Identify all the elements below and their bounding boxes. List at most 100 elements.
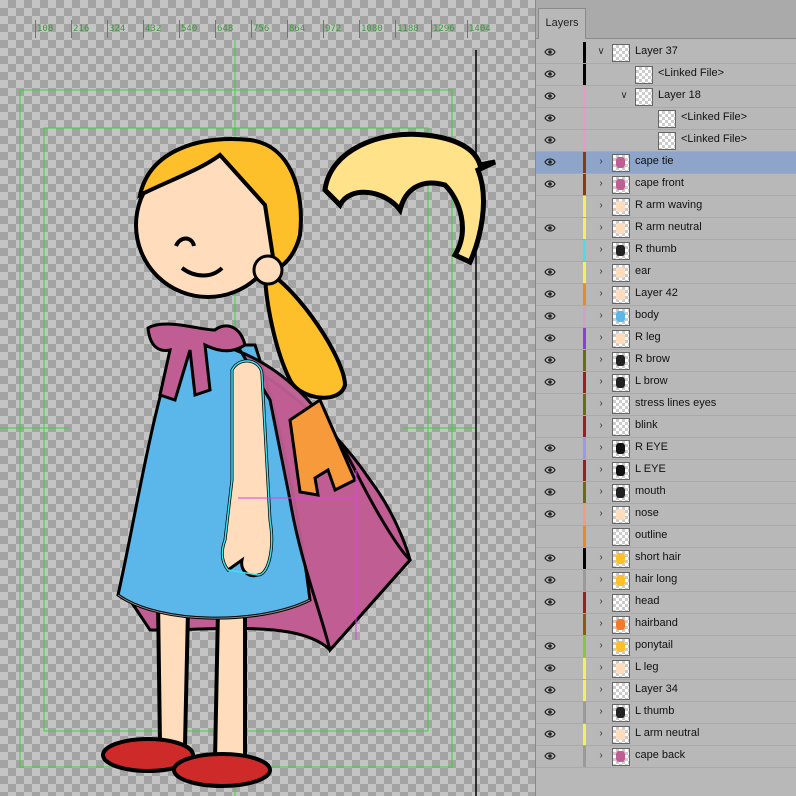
chevron-right-icon[interactable]: › [596,552,606,564]
visibility-toggle[interactable] [544,421,556,431]
visibility-eye-icon[interactable] [544,91,556,101]
chevron-right-icon[interactable]: › [596,464,606,476]
layer-row[interactable]: › hairband [536,614,796,636]
layer-row[interactable]: › nose [536,504,796,526]
chevron-right-icon[interactable]: › [596,684,606,696]
visibility-eye-icon[interactable] [544,707,556,717]
visibility-eye-icon[interactable] [544,157,556,167]
layer-row[interactable]: › short hair [536,548,796,570]
layer-row[interactable]: › R thumb [536,240,796,262]
layer-name[interactable]: nose [635,507,659,519]
chevron-right-icon[interactable]: › [596,332,606,344]
visibility-eye-icon[interactable] [544,641,556,651]
chevron-right-icon[interactable]: › [596,662,606,674]
visibility-eye-icon[interactable] [544,135,556,145]
layer-name[interactable]: blink [635,419,658,431]
layer-row[interactable]: › Layer 34 [536,680,796,702]
chevron-right-icon[interactable]: › [596,178,606,190]
layer-name[interactable]: L arm neutral [635,727,699,739]
layer-name[interactable]: hair long [635,573,677,585]
chevron-right-icon[interactable]: › [596,640,606,652]
layer-name[interactable]: head [635,595,659,607]
layer-row[interactable]: › R brow [536,350,796,372]
layer-name[interactable]: ponytail [635,639,673,651]
chevron-right-icon[interactable]: › [596,618,606,630]
chevron-right-icon[interactable]: › [596,222,606,234]
layer-row[interactable]: › L leg [536,658,796,680]
visibility-eye-icon[interactable] [544,311,556,321]
visibility-eye-icon[interactable] [544,685,556,695]
chevron-right-icon[interactable]: › [596,574,606,586]
layer-row[interactable]: <Linked File> [536,108,796,130]
layer-row[interactable]: › L brow [536,372,796,394]
chevron-right-icon[interactable]: › [596,200,606,212]
visibility-toggle[interactable] [544,531,556,541]
layer-name[interactable]: Layer 37 [635,45,678,57]
visibility-eye-icon[interactable] [544,333,556,343]
visibility-toggle[interactable] [544,399,556,409]
layer-name[interactable]: Layer 42 [635,287,678,299]
layer-name[interactable]: R arm waving [635,199,702,211]
layer-name[interactable]: short hair [635,551,681,563]
layer-row[interactable]: ∨ Layer 37 [536,42,796,64]
visibility-toggle[interactable] [544,201,556,211]
layer-row[interactable]: › cape front [536,174,796,196]
layer-name[interactable]: body [635,309,659,321]
chevron-right-icon[interactable]: › [596,288,606,300]
layer-name[interactable]: L brow [635,375,668,387]
visibility-eye-icon[interactable] [544,377,556,387]
layer-name[interactable]: <Linked File> [681,111,747,123]
layer-name[interactable]: mouth [635,485,666,497]
layer-row[interactable]: › cape tie [536,152,796,174]
layer-row[interactable]: › stress lines eyes [536,394,796,416]
layer-name[interactable]: L leg [635,661,658,673]
layer-row[interactable]: › R arm waving [536,196,796,218]
layer-name[interactable]: L thumb [635,705,674,717]
visibility-eye-icon[interactable] [544,575,556,585]
visibility-eye-icon[interactable] [544,487,556,497]
layer-row[interactable]: › R leg [536,328,796,350]
layer-row[interactable]: › L thumb [536,702,796,724]
layer-name[interactable]: <Linked File> [658,67,724,79]
layer-row[interactable]: › head [536,592,796,614]
chevron-right-icon[interactable]: › [596,266,606,278]
chevron-down-icon[interactable]: ∨ [619,90,629,102]
chevron-right-icon[interactable]: › [596,376,606,388]
visibility-toggle[interactable] [544,619,556,629]
chevron-right-icon[interactable]: › [596,354,606,366]
visibility-eye-icon[interactable] [544,553,556,563]
visibility-eye-icon[interactable] [544,223,556,233]
visibility-eye-icon[interactable] [544,289,556,299]
chevron-right-icon[interactable]: › [596,310,606,322]
visibility-eye-icon[interactable] [544,267,556,277]
layer-name[interactable]: cape tie [635,155,674,167]
layer-row[interactable]: <Linked File> [536,130,796,152]
layer-row[interactable]: › R EYE [536,438,796,460]
layer-row[interactable]: › body [536,306,796,328]
visibility-eye-icon[interactable] [544,597,556,607]
layer-row[interactable]: › Layer 42 [536,284,796,306]
layer-row[interactable]: outline [536,526,796,548]
layer-name[interactable]: R EYE [635,441,668,453]
tab-layers[interactable]: Layers [538,8,586,39]
chevron-down-icon[interactable]: ∨ [596,46,606,58]
layer-row[interactable]: › hair long [536,570,796,592]
visibility-eye-icon[interactable] [544,443,556,453]
layer-name[interactable]: stress lines eyes [635,397,716,409]
visibility-eye-icon[interactable] [544,663,556,673]
layer-name[interactable]: R arm neutral [635,221,702,233]
layer-name[interactable]: R leg [635,331,661,343]
visibility-eye-icon[interactable] [544,47,556,57]
chevron-right-icon[interactable]: › [596,706,606,718]
chevron-right-icon[interactable]: › [596,596,606,608]
layer-name[interactable]: R brow [635,353,670,365]
chevron-right-icon[interactable]: › [596,508,606,520]
layer-row[interactable]: › blink [536,416,796,438]
visibility-eye-icon[interactable] [544,509,556,519]
layer-row[interactable]: › L EYE [536,460,796,482]
visibility-toggle[interactable] [544,245,556,255]
visibility-eye-icon[interactable] [544,355,556,365]
layer-row[interactable]: › mouth [536,482,796,504]
visibility-eye-icon[interactable] [544,465,556,475]
layer-name[interactable]: outline [635,529,667,541]
